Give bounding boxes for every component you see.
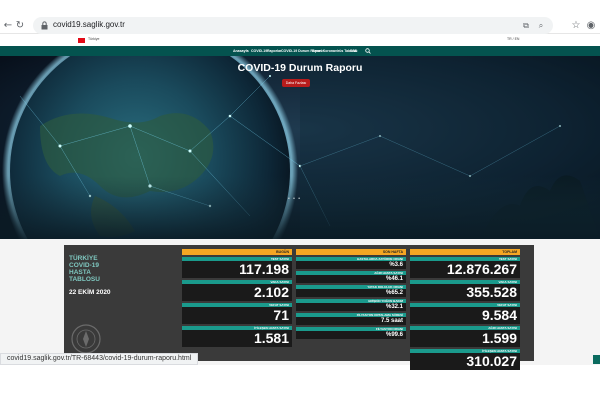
total-column: TOPLAM TEST SAYISI 12.876.267 VAKA SAYISI 35…	[410, 249, 520, 370]
stat-cell: TEST SAYISI 12.876.267	[410, 257, 520, 278]
site-navigation: Anasayfa COVID-19 Raporlar COVID-19 Duru…	[0, 46, 600, 56]
search-icon[interactable]	[365, 48, 371, 54]
stat-value: 355.528	[466, 284, 517, 300]
stat-cell: VAKA SAYISI 2.102	[182, 280, 292, 301]
more-button[interactable]: Daha Fazlası	[282, 79, 310, 87]
language-switch[interactable]: TR / EN	[507, 37, 519, 41]
stat-value: 1.581	[253, 330, 289, 346]
ministry-emblem-icon	[71, 324, 101, 354]
stat-cell: ERİŞKİN YOĞUN BAKIM %32.1	[296, 299, 406, 311]
lock-icon[interactable]	[41, 21, 48, 30]
last-week-column: SON HAFTA HASTALARDA ZATÜRRE ORANI %3.6 AĞI…	[296, 249, 406, 339]
report-date: 22 EKİM 2020	[69, 289, 111, 296]
stat-cell: İYİLEŞEN HASTA SAYISI 310.027	[410, 349, 520, 370]
stat-value: %99.6	[385, 332, 403, 338]
stat-value: 117.198	[239, 261, 289, 277]
stat-value: 9.584	[481, 307, 517, 323]
carousel-dots[interactable]: • • •	[288, 196, 301, 202]
stats-section: TÜRKİYE COVID-19 HASTA TABLOSU 22 EKİM 2…	[0, 239, 600, 370]
stat-cell: AĞIR HASTA SAYISI %46.1	[296, 271, 406, 283]
stat-value: 71	[273, 307, 289, 323]
hero-banner: COVID-19 Durum Raporu Daha Fazlası • • •	[0, 56, 600, 239]
gov-strip-label: Türkiye	[88, 37, 100, 41]
stat-value: 1.599	[481, 330, 517, 346]
stats-title-line: COVID-19	[69, 262, 99, 269]
stat-value: %65.2	[385, 290, 403, 296]
stat-cell: FİLYASYON ORANI %99.6	[296, 327, 406, 339]
stats-title-line: TÜRKİYE	[69, 255, 98, 262]
stats-title-line: TABLOSU	[69, 276, 100, 283]
stats-title-line: HASTA	[69, 269, 91, 276]
stat-cell: VEFAT SAYISI 9.584	[410, 303, 520, 324]
stat-cell: VAKA SAYISI 355.528	[410, 280, 520, 301]
stat-cell: YATAK DOLULUK ORANI %65.2	[296, 285, 406, 297]
stats-title-block: TÜRKİYE COVID-19 HASTA TABLOSU 22 EKİM 2…	[64, 245, 178, 361]
account-icon[interactable]: ◉	[585, 20, 597, 32]
url-text[interactable]: covid19.saglik.gov.tr	[53, 20, 125, 29]
stat-cell: TEST SAYISI 117.198	[182, 257, 292, 278]
gov-strip: Türkiye TR / EN	[0, 36, 600, 46]
browser-toolbar: ← ↻ covid19.saglik.gov.tr ⧉ ⌕ ☆ ◉	[0, 0, 600, 34]
stat-value: %3.6	[389, 262, 403, 268]
stat-cell: VEFAT SAYISI 71	[182, 303, 292, 324]
address-bar[interactable]: covid19.saglik.gov.tr ⧉ ⌕	[33, 17, 553, 34]
zoom-icon[interactable]: ⌕	[536, 21, 546, 31]
stat-cell: AĞIR HASTA SAYISI 1.599	[410, 326, 520, 347]
stats-title: TÜRKİYE COVID-19 HASTA TABLOSU	[69, 255, 159, 283]
turkey-flag-icon	[78, 38, 85, 43]
nav-item-covid[interactable]: COVID-19	[251, 49, 267, 53]
column-header: BUGÜN	[182, 249, 292, 255]
nav-item-reports[interactable]: Raporlar	[267, 49, 281, 53]
stat-cell: İYİLEŞEN HASTA SAYISI 1.581	[182, 326, 292, 347]
stat-value: %32.1	[385, 304, 403, 310]
star-icon[interactable]: ☆	[570, 20, 582, 32]
stat-cell: HASTALARDA ZATÜRRE ORANI %3.6	[296, 257, 406, 269]
covid-stats-panel: TÜRKİYE COVID-19 HASTA TABLOSU 22 EKİM 2…	[64, 245, 534, 370]
column-header: TOPLAM	[410, 249, 520, 255]
translate-icon[interactable]: ⧉	[521, 21, 531, 31]
nav-item-home[interactable]: Anasayfa	[233, 49, 249, 53]
stat-value: 2.102	[253, 284, 289, 300]
today-column: BUGÜN TEST SAYISI 117.198 VAKA SAYISI 2.102 V…	[182, 249, 292, 347]
column-header: SON HAFTA	[296, 249, 406, 255]
back-icon[interactable]: ←	[2, 20, 14, 32]
stat-value: 310.027	[466, 353, 517, 369]
stat-value: 7.5 saat	[380, 318, 403, 324]
stat-value: %46.1	[385, 276, 403, 282]
scroll-to-top-button[interactable]	[593, 355, 600, 364]
nav-item-faq[interactable]: SSS	[350, 49, 357, 53]
stat-value: 12.876.267	[446, 261, 517, 277]
link-status-url: covid19.saglik.gov.tr/TR-68443/covid-19-…	[0, 353, 199, 365]
reload-icon[interactable]: ↻	[14, 20, 26, 32]
hero-title: COVID-19 Durum Raporu	[237, 62, 363, 74]
stat-cell: FİLYASYON ORTALAMA SÜRESİ 7.5 saat	[296, 313, 406, 325]
